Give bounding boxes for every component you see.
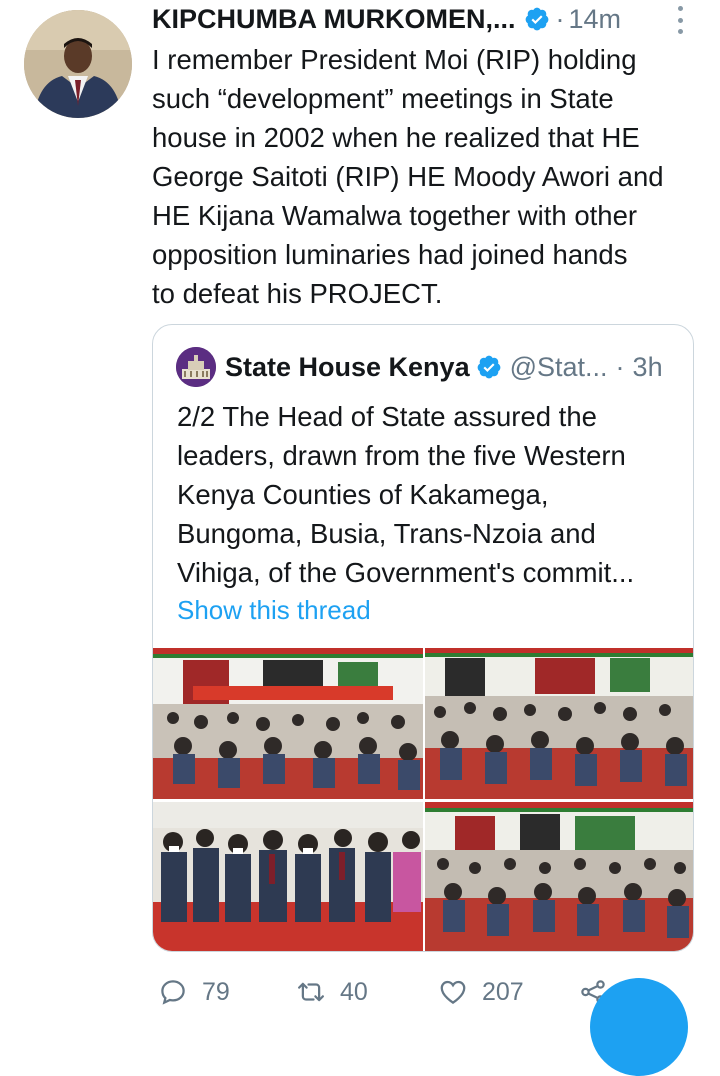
reply-button[interactable]: 79 <box>158 972 230 1012</box>
like-count: 207 <box>482 977 524 1006</box>
quoted-text-line: Vihiga, of the Government's commit... <box>177 557 635 588</box>
photo-grid <box>153 648 693 951</box>
quoted-text-line: 2/2 The Head of State assured the <box>177 401 597 432</box>
quoted-text-line: Bungoma, Busia, Trans-Nzoia and <box>177 518 596 549</box>
photo-4[interactable] <box>425 802 693 951</box>
quoted-text-line: leaders, drawn from the five Western <box>177 440 626 471</box>
quoted-handle: @Stat... <box>509 351 608 382</box>
reply-icon <box>161 980 185 1005</box>
separator-dot: · <box>615 351 625 382</box>
tweet-time[interactable]: 14m <box>569 4 622 35</box>
quoted-header: State House Kenya @Stat... · 3h <box>225 349 663 385</box>
quoted-author-name[interactable]: State House Kenya <box>225 352 470 383</box>
tweet-text: I remember President Moi (RIP) holding s… <box>152 40 712 313</box>
show-thread-link[interactable]: Show this thread <box>177 595 371 626</box>
tweet-text-line: George Saitoti (RIP) HE Moody Awori and <box>152 161 664 192</box>
quoted-text-line: Kenya Counties of Kakamega, <box>177 479 549 510</box>
tweet-text-line: HE Kijana Wamalwa together with other <box>152 200 638 231</box>
tweet-text-line: such “development” meetings in State <box>152 83 614 114</box>
tweet-header: KIPCHUMBA MURKOMEN,... · 14m <box>152 2 621 36</box>
photo-2[interactable] <box>425 648 693 799</box>
retweet-icon <box>298 982 324 1002</box>
reply-count: 79 <box>202 977 230 1006</box>
author-name[interactable]: KIPCHUMBA MURKOMEN,... <box>152 4 516 35</box>
photo-3[interactable] <box>153 802 423 951</box>
tweet-text-line: house in 2002 when he realized that HE <box>152 122 640 153</box>
tweet-text-line: opposition luminaries had joined hands <box>152 239 628 270</box>
author-avatar[interactable] <box>24 10 132 118</box>
tweet-text-line: I remember President Moi (RIP) holding <box>152 44 637 75</box>
retweet-count: 40 <box>340 977 368 1006</box>
quoted-time: 3h <box>632 351 663 382</box>
quoted-text: 2/2 The Head of State assured the leader… <box>177 397 687 592</box>
like-button[interactable]: 207 <box>438 972 524 1012</box>
retweet-button[interactable]: 40 <box>296 972 368 1012</box>
quoted-tweet-card[interactable]: State House Kenya @Stat... · 3h 2/2 The … <box>152 324 694 952</box>
compose-fab-button[interactable] <box>590 978 688 1076</box>
verified-icon <box>525 7 548 31</box>
tweet-text-line: to defeat his PROJECT. <box>152 278 443 309</box>
photo-1[interactable] <box>153 648 423 799</box>
quoted-avatar[interactable] <box>176 347 216 387</box>
more-icon[interactable] <box>672 6 688 34</box>
verified-icon <box>477 355 500 379</box>
separator-dot: · <box>555 3 565 34</box>
like-icon <box>440 980 466 1004</box>
